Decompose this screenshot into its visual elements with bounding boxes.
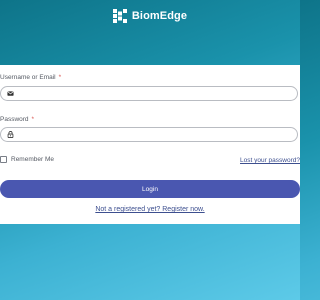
username-input[interactable] [17, 87, 293, 100]
brand-name: BiomEdge [131, 10, 188, 22]
envelope-icon [7, 91, 14, 96]
biomedge-logo-icon [112, 9, 127, 23]
lost-password-link[interactable]: Lost your password? [240, 157, 300, 164]
required-marker: * [58, 74, 62, 81]
username-field[interactable] [0, 86, 298, 101]
required-marker: * [31, 116, 35, 123]
password-input[interactable] [17, 128, 293, 141]
brand-header: BiomEdge [0, 8, 300, 24]
password-label: Password * [0, 116, 34, 123]
login-button[interactable]: Login [0, 180, 300, 198]
password-label-text: Password [0, 116, 29, 123]
password-field[interactable] [0, 127, 298, 142]
username-label-text: Username or Email [0, 74, 56, 81]
remember-me-label: Remember Me [11, 156, 54, 163]
login-card: Username or Email * Password * Remember Me… [0, 65, 300, 224]
register-link[interactable]: Not a registered yet? Register now. [0, 206, 300, 213]
remember-me-checkbox[interactable] [0, 156, 7, 163]
username-label: Username or Email * [0, 74, 61, 81]
lock-icon [7, 131, 14, 138]
remember-me[interactable]: Remember Me [0, 155, 54, 164]
